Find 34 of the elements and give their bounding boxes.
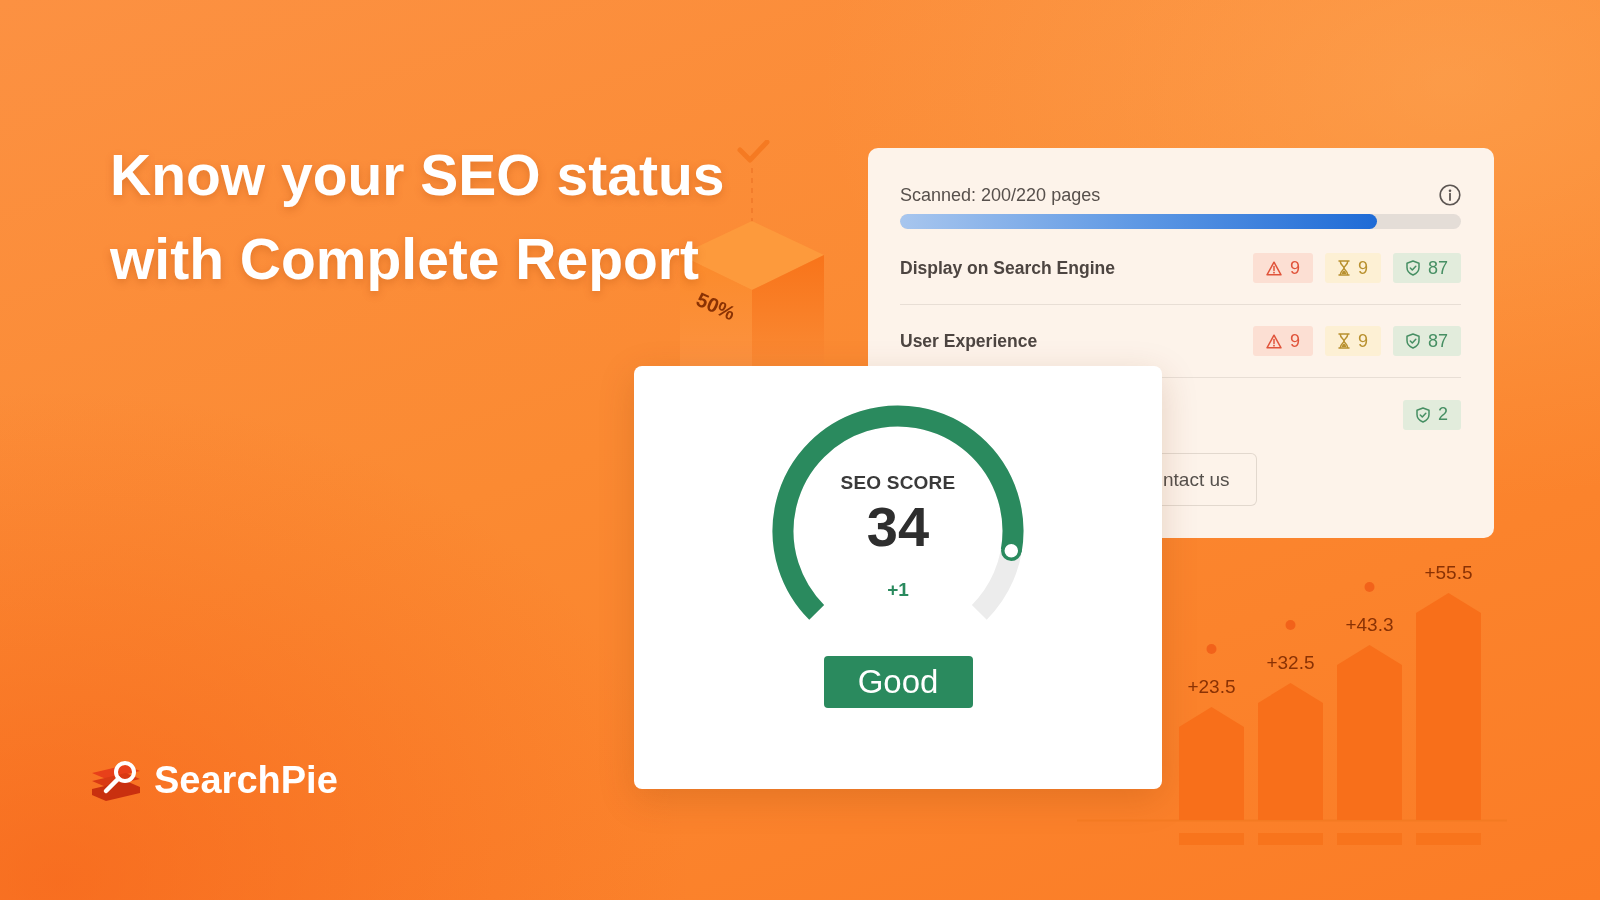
count-value: 87 [1427,257,1448,279]
contact-button[interactable]: ntact us [1162,453,1257,506]
hourglass-icon [1337,333,1350,349]
score-title: SEO SCORE [840,471,956,495]
warning-icon [1265,333,1282,349]
count-value: 2 [1438,404,1448,425]
score-value: 34 [866,497,930,557]
rating-label: Good [823,656,973,708]
shield-icon [1405,333,1420,349]
logo-icon [92,759,140,801]
bar-label: +55.5 [1424,562,1473,583]
category-label: User Experience [900,330,1038,352]
count-value: 9 [1357,330,1368,352]
shield-icon [1416,406,1430,423]
score-change: +1 [887,578,909,602]
dot-icon [1285,620,1296,630]
count-value: 9 [1289,257,1300,279]
bar-label: +32.5 [1266,652,1315,673]
category-label: Display on Search Engine [900,257,1115,279]
count-value: 9 [1289,330,1300,352]
hourglass-icon [1337,260,1350,276]
count-value: 87 [1427,330,1448,352]
count-value: 9 [1357,257,1368,279]
warning-icon [1265,260,1282,276]
info-icon[interactable] [1439,184,1461,206]
brand-name: SearchPie [154,758,338,803]
scan-status-text: Scanned: 200/220 pages [900,184,1101,206]
shield-icon [1405,260,1420,276]
bar-label: +43.3 [1345,614,1394,635]
dot-icon [1206,644,1217,654]
dot-icon [1364,582,1375,592]
checkmark-icon [737,140,770,163]
headline: Know your SEO status [110,142,725,209]
bar-label: +23.5 [1187,676,1236,697]
